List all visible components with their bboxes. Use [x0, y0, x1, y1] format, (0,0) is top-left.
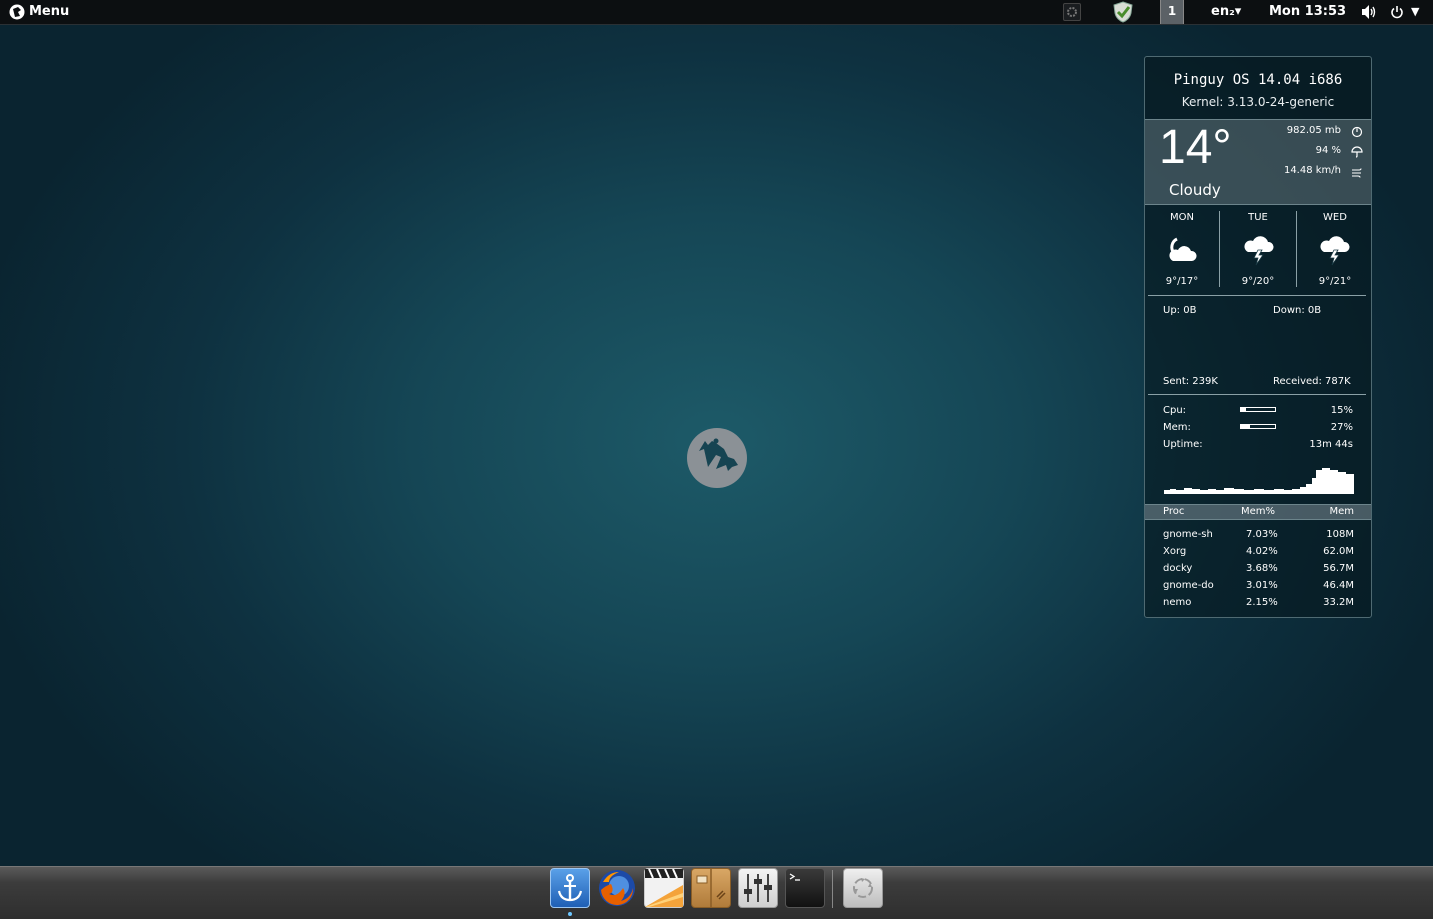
umbrella-icon [1351, 146, 1363, 158]
cpu-label: Cpu: [1163, 405, 1187, 416]
clock[interactable]: Mon 13:53 [1269, 0, 1346, 24]
forecast-temps: 9°/20° [1241, 276, 1275, 287]
workspace-switcher[interactable]: 1 [1160, 0, 1184, 24]
mem-label: Mem: [1163, 422, 1191, 433]
mem-bar [1240, 424, 1276, 429]
section-divider [1148, 295, 1366, 296]
pressure-value: 982.05 mb [1286, 125, 1341, 136]
sun-cloud-icon [1169, 237, 1197, 261]
proc-mem-pct: 7.03% [1246, 529, 1278, 540]
section-divider [1148, 394, 1366, 395]
shield-icon[interactable] [1112, 1, 1134, 25]
process-table-header: Proc Mem% Mem [1145, 504, 1371, 520]
uptime-label: Uptime: [1163, 439, 1203, 450]
chevron-down-icon[interactable]: ▼ [1411, 0, 1419, 24]
conky-system-monitor: Pinguy OS 14.04 i686 Kernel: 3.13.0-24-g… [1144, 56, 1372, 618]
proc-mem-pct: 3.01% [1246, 580, 1278, 591]
uptime-value: 13m 44s [1309, 439, 1353, 450]
video-editor-icon[interactable] [644, 868, 684, 908]
settings-mixer-icon[interactable] [738, 868, 778, 908]
proc-mem-pct: 4.02% [1246, 546, 1278, 557]
cpu-history-graph [1164, 468, 1354, 494]
pressure-icon [1351, 126, 1363, 138]
firefox-icon[interactable] [597, 868, 637, 908]
mem-value: 27% [1330, 422, 1353, 433]
proc-name: gnome-sh [1163, 529, 1213, 540]
proc-name: nemo [1163, 597, 1192, 608]
proc-name: Xorg [1163, 546, 1187, 557]
archive-manager-icon[interactable] [691, 868, 731, 908]
wind-icon [1352, 168, 1362, 178]
trash-icon[interactable] [843, 868, 883, 908]
download-speed: Down: 0B [1273, 305, 1322, 316]
power-icon[interactable] [1390, 0, 1404, 24]
anchor-icon[interactable] [550, 868, 590, 908]
upload-speed: Up: 0B [1163, 305, 1197, 316]
keyboard-layout-indicator[interactable]: en₂▾ [1211, 0, 1241, 24]
proc-mem: 56.7M [1323, 563, 1354, 574]
column-header: Mem% [1241, 506, 1276, 517]
cpu-bar [1240, 407, 1276, 412]
forecast-divider [1219, 211, 1220, 287]
thunderstorm-icon [1320, 236, 1350, 266]
current-temperature: 14° [1159, 121, 1232, 174]
proc-mem: 33.2M [1323, 597, 1354, 608]
forecast-divider [1296, 211, 1297, 287]
tray-settings-icon[interactable] [1063, 3, 1081, 21]
proc-mem: 46.4M [1323, 580, 1354, 591]
received-total: Received: 787K [1273, 376, 1351, 387]
wind-value: 14.48 km/h [1283, 165, 1341, 176]
terminal-icon[interactable] [785, 868, 825, 908]
forecast-day: TUE [1248, 212, 1268, 223]
kernel-version: Kernel: 3.13.0-24-generic [1181, 95, 1335, 109]
pinguy-logo-icon [687, 428, 747, 488]
proc-mem-pct: 2.15% [1246, 597, 1278, 608]
column-header: Mem [1329, 506, 1354, 517]
menu-label: Menu [29, 4, 70, 19]
menu-logo-icon [9, 4, 25, 20]
proc-mem: 108M [1326, 529, 1354, 540]
mem-bar-fill [1241, 425, 1251, 428]
cpu-value: 15% [1330, 405, 1353, 416]
forecast-temps: 9°/17° [1165, 276, 1199, 287]
column-header: Proc [1163, 506, 1185, 517]
menu-button[interactable]: Menu [9, 0, 69, 24]
forecast-temps: 9°/21° [1318, 276, 1352, 287]
proc-name: gnome-do [1163, 580, 1214, 591]
dock-separator [832, 870, 833, 908]
os-title: Pinguy OS 14.04 i686 [1173, 72, 1343, 88]
sent-total: Sent: 239K [1163, 376, 1218, 387]
current-weather: 14° Cloudy 982.05 mb 94 % 14.48 km/h [1145, 119, 1371, 205]
volume-icon[interactable] [1360, 0, 1378, 24]
forecast-day: WED [1323, 212, 1347, 223]
forecast-day: MON [1170, 212, 1194, 223]
humidity-value: 94 % [1315, 145, 1341, 156]
weather-condition: Cloudy [1169, 181, 1221, 199]
proc-mem-pct: 3.68% [1246, 563, 1278, 574]
proc-mem: 62.0M [1323, 546, 1354, 557]
proc-name: docky [1163, 563, 1193, 574]
cpu-bar-fill [1241, 408, 1247, 411]
running-indicator [568, 912, 572, 916]
top-panel: Menu 1 en₂▾ Mon 13:53 ▼ [0, 0, 1433, 25]
thunderstorm-icon [1244, 236, 1274, 266]
